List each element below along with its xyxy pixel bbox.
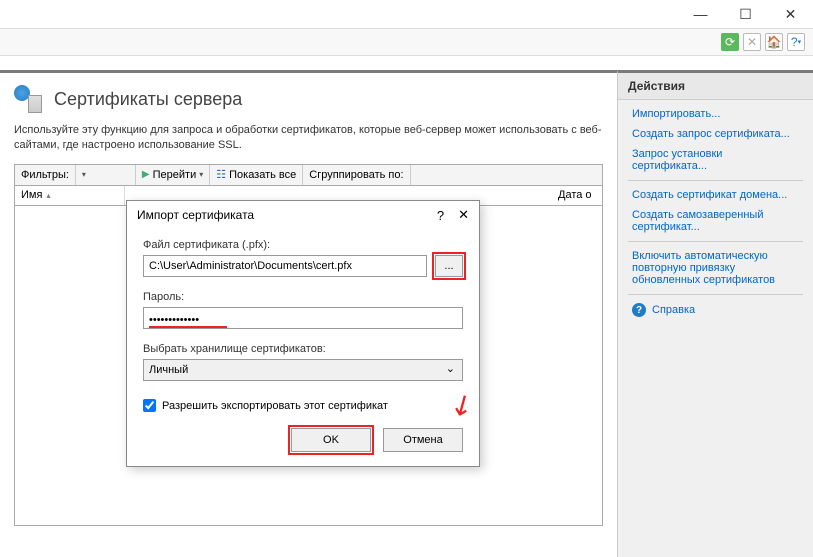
actions-pane: Действия Импортировать... Создать запрос… xyxy=(618,70,813,557)
file-label: Файл сертификата (.pfx): xyxy=(143,239,463,251)
stop-icon[interactable]: ✕ xyxy=(743,33,761,51)
action-create-request[interactable]: Создать запрос сертификата... xyxy=(618,124,813,144)
cancel-button[interactable]: Отмена xyxy=(383,428,463,452)
group-by-label: Сгруппировать по: xyxy=(303,165,410,185)
ok-button[interactable]: OK xyxy=(291,428,371,452)
password-label: Пароль: xyxy=(143,291,463,303)
action-auto-rebind[interactable]: Включить автоматическую повторную привяз… xyxy=(618,246,813,290)
action-install-request[interactable]: Запрос установки сертификата... xyxy=(618,144,813,176)
column-name[interactable]: Имя▴ xyxy=(15,186,125,205)
filter-go-button[interactable]: ▶Перейти▾ xyxy=(136,165,210,185)
filter-label: Фильтры: xyxy=(15,165,76,185)
help-circle-icon: ? xyxy=(632,303,646,317)
action-create-selfsigned-cert[interactable]: Создать самозаверенный сертификат... xyxy=(618,205,813,237)
minimize-button[interactable]: — xyxy=(678,0,723,28)
actions-header: Действия xyxy=(618,73,813,100)
allow-export-checkbox-row[interactable]: Разрешить экспортировать этот сертификат xyxy=(143,399,463,412)
home-icon[interactable]: 🏠 xyxy=(765,33,783,51)
show-all-button[interactable]: ☷Показать все xyxy=(210,165,303,185)
allow-export-label: Разрешить экспортировать этот сертификат xyxy=(162,400,388,412)
close-button[interactable]: ✕ xyxy=(768,0,813,28)
maximize-button[interactable]: ☐ xyxy=(723,0,768,28)
action-import[interactable]: Импортировать... xyxy=(618,104,813,124)
help-label: Справка xyxy=(652,304,695,316)
certificate-store-select[interactable]: Личный xyxy=(143,359,463,381)
help-icon[interactable]: ?▾ xyxy=(787,33,805,51)
filter-input[interactable]: ▾ xyxy=(76,165,136,185)
import-certificate-dialog: Импорт сертификата ? ✕ Файл сертификата … xyxy=(126,200,480,467)
dialog-title: Импорт сертификата xyxy=(137,208,254,222)
dialog-help-button[interactable]: ? xyxy=(437,208,444,223)
page-title: Сертификаты сервера xyxy=(54,89,242,110)
action-help[interactable]: ? Справка xyxy=(618,299,813,321)
refresh-icon[interactable]: ⟳ xyxy=(721,33,739,51)
dialog-close-button[interactable]: ✕ xyxy=(458,207,469,223)
filter-bar: Фильтры: ▾ ▶Перейти▾ ☷Показать все Сгруп… xyxy=(14,164,603,186)
column-date[interactable]: Дата о xyxy=(552,186,602,205)
server-certificates-icon xyxy=(14,85,44,113)
group-by-dropdown[interactable] xyxy=(411,165,602,185)
certificate-file-input[interactable] xyxy=(143,255,427,277)
main-toolbar: ⟳ ✕ 🏠 ?▾ xyxy=(0,28,813,56)
page-description: Используйте эту функцию для запроса и об… xyxy=(14,123,603,154)
action-create-domain-cert[interactable]: Создать сертификат домена... xyxy=(618,185,813,205)
store-label: Выбрать хранилище сертификатов: xyxy=(143,343,463,355)
password-input[interactable] xyxy=(143,307,463,329)
allow-export-checkbox[interactable] xyxy=(143,399,156,412)
browse-button[interactable]: ... xyxy=(435,255,463,277)
